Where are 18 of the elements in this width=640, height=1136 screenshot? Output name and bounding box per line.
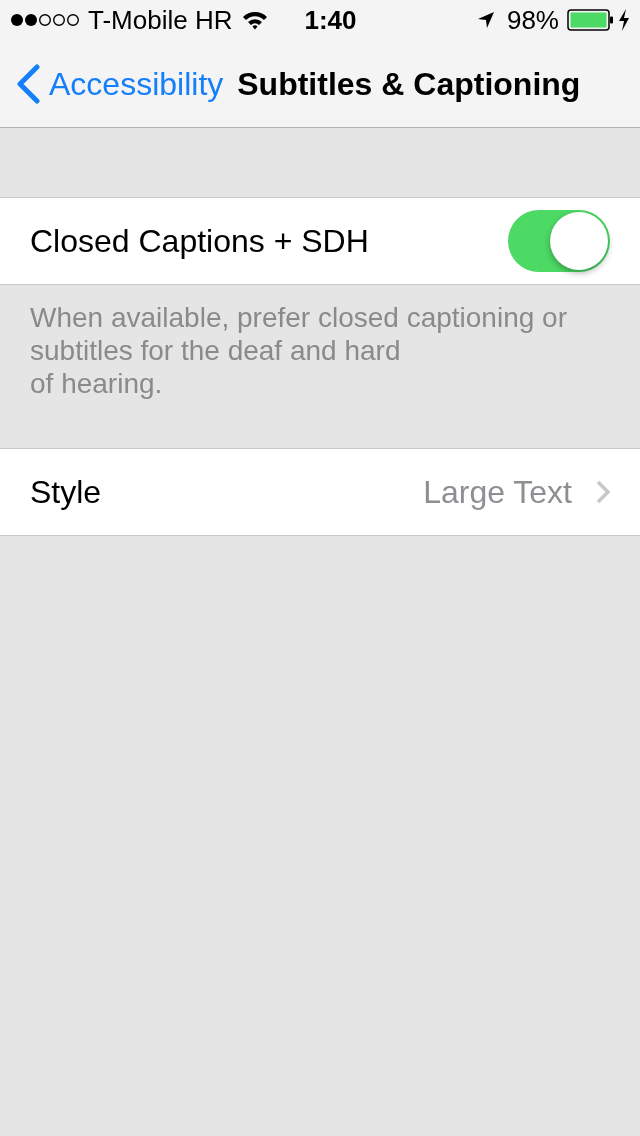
chevron-right-icon (596, 480, 610, 504)
page-title: Subtitles & Captioning (237, 67, 581, 100)
toggle-switch[interactable] (508, 210, 610, 272)
signal-strength-icon (10, 13, 80, 27)
settings-row[interactable]: Style Large Text (0, 448, 640, 536)
wifi-icon (242, 10, 269, 30)
carrier-name: T-Mobile HR (88, 7, 233, 33)
battery-icon (567, 9, 614, 31)
charging-bolt-icon (618, 9, 630, 31)
section-footer-text: When available, prefer closed captioning or subtitles for the deaf and hard of hearing. (30, 301, 568, 400)
row-value: Large Text (423, 476, 572, 508)
row-label: Style (30, 476, 102, 508)
status-time: 1:40 (304, 7, 357, 33)
back-button[interactable]: Accessibility (15, 63, 224, 104)
chevron-left-icon (15, 63, 41, 104)
battery-percentage: 98% (506, 7, 559, 33)
row-label: Closed Captions + SDH (30, 225, 369, 257)
location-arrow-icon (476, 11, 495, 29)
